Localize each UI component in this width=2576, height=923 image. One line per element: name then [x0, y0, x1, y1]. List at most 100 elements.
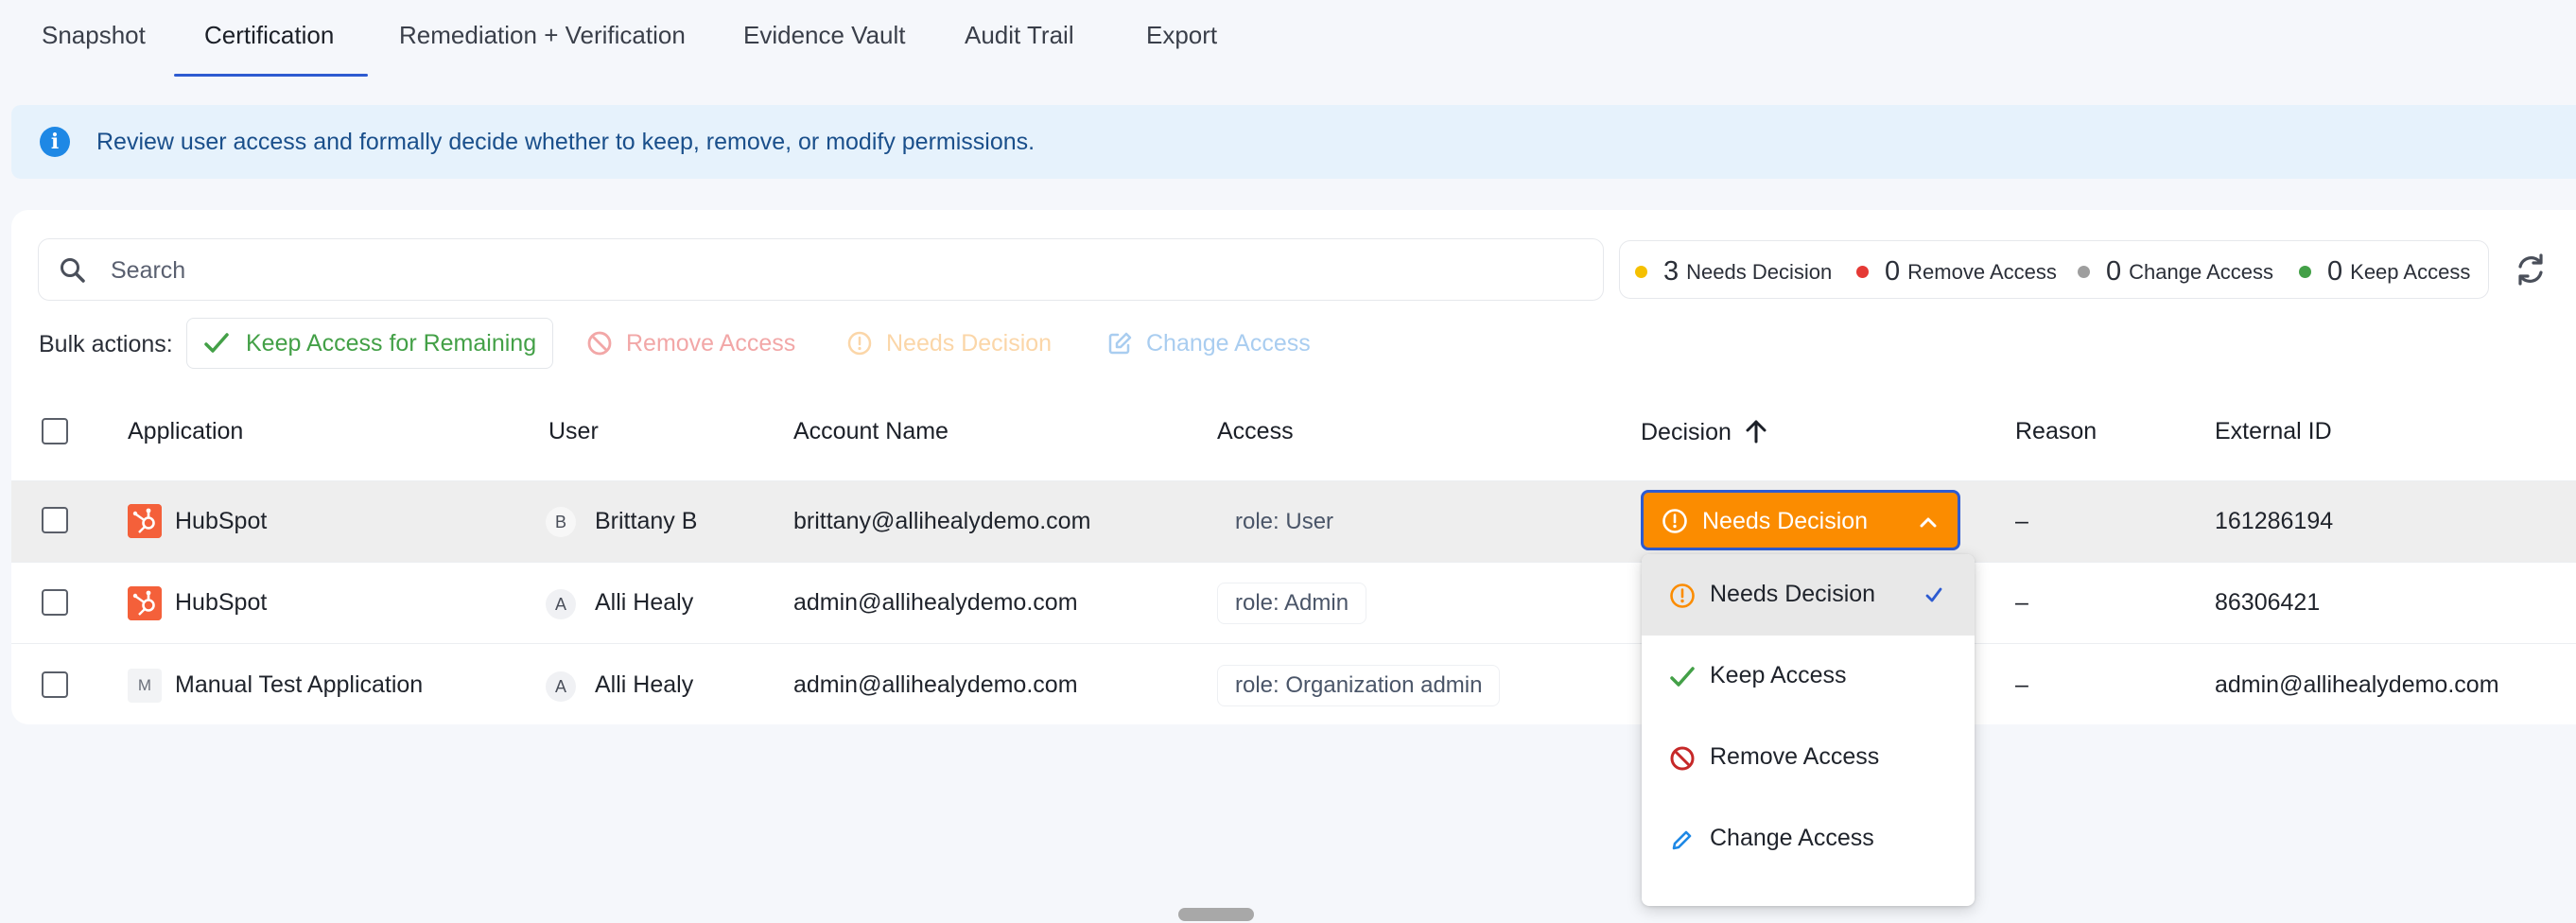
- reason-value: –: [2015, 671, 2028, 698]
- bulk-remove-access-label: Remove Access: [626, 329, 796, 357]
- selected-check-icon: [1925, 587, 1942, 602]
- bulk-actions-label: Bulk actions:: [39, 331, 173, 357]
- decision-select[interactable]: Needs Decision: [1641, 490, 1960, 550]
- warning-circle-icon: [1662, 509, 1687, 533]
- edit-square-icon: [1108, 332, 1132, 355]
- refresh-icon[interactable]: [2512, 251, 2550, 288]
- table-row[interactable]: HubSpot B Brittany B brittany@allihealyd…: [11, 480, 2576, 562]
- header-decision[interactable]: Decision: [1641, 418, 1768, 446]
- account-name: admin@allihealydemo.com: [793, 671, 1078, 698]
- avatar: A: [546, 671, 576, 702]
- user-name: Brittany B: [595, 508, 698, 534]
- table-row[interactable]: M Manual Test Application A Alli Healy a…: [11, 643, 2576, 724]
- tab-bar: Snapshot Certification Remediation + Ver…: [0, 0, 2576, 78]
- access-role-chip: role: Admin: [1217, 583, 1367, 624]
- pencil-icon: [1672, 830, 1692, 850]
- tab-export[interactable]: Export: [1146, 21, 1217, 50]
- count-needs-decision: 3 Needs Decision: [1635, 256, 1832, 287]
- count-label: Remove Access: [1907, 259, 2057, 284]
- count-remove-access: 0 Remove Access: [1856, 256, 2057, 287]
- tab-audit-trail[interactable]: Audit Trail: [965, 21, 1074, 50]
- scroll-handle[interactable]: [1178, 908, 1254, 921]
- header-application[interactable]: Application: [128, 418, 243, 445]
- hubspot-logo-icon: [128, 504, 162, 538]
- avatar: B: [546, 507, 576, 537]
- reason-value: –: [2015, 508, 2028, 534]
- row-checkbox[interactable]: [42, 589, 68, 616]
- decision-dropdown-menu: Needs Decision Keep Access Remove Access…: [1642, 554, 1975, 906]
- select-all-checkbox[interactable]: [42, 418, 68, 444]
- count-number: 0: [2106, 256, 2122, 287]
- search-input[interactable]: [111, 253, 1586, 288]
- bulk-needs-decision-label: Needs Decision: [886, 329, 1053, 357]
- check-icon: [1670, 667, 1695, 687]
- bulk-needs-decision-button[interactable]: Needs Decision: [846, 318, 1052, 369]
- info-icon: i: [40, 127, 70, 157]
- tab-evidence-vault[interactable]: Evidence Vault: [743, 21, 906, 50]
- decision-select-value: Needs Decision: [1702, 508, 1869, 534]
- count-label: Keep Access: [2350, 259, 2471, 284]
- count-label: Change Access: [2129, 259, 2274, 284]
- block-icon: [1670, 746, 1695, 771]
- needs-decision-dot: [1635, 266, 1647, 278]
- table-row[interactable]: HubSpot A Alli Healy admin@allihealydemo…: [11, 562, 2576, 643]
- search-box: [38, 238, 1604, 301]
- row-checkbox[interactable]: [42, 671, 68, 698]
- bulk-remove-access-button[interactable]: Remove Access: [586, 318, 795, 369]
- external-id-value: 86306421: [2215, 589, 2321, 616]
- menu-item-keep-access[interactable]: Keep Access: [1642, 636, 1975, 717]
- count-keep-access: 0 Keep Access: [2299, 256, 2470, 287]
- user-name: Alli Healy: [595, 589, 694, 616]
- header-account-name[interactable]: Account Name: [793, 418, 949, 445]
- tab-snapshot[interactable]: Snapshot: [42, 21, 146, 50]
- external-id-value: 161286194: [2215, 508, 2334, 534]
- count-label: Needs Decision: [1686, 259, 1833, 284]
- keep-access-for-remaining-button[interactable]: Keep Access for Remaining: [186, 318, 553, 369]
- chevron-up-icon: [1920, 517, 1937, 528]
- header-user[interactable]: User: [548, 418, 599, 445]
- block-icon: [587, 331, 612, 356]
- menu-item-label: Needs Decision: [1710, 581, 1876, 607]
- header-reason[interactable]: Reason: [2015, 418, 2097, 445]
- bulk-change-access-button[interactable]: Change Access: [1106, 318, 1311, 369]
- search-icon: [61, 258, 85, 283]
- reason-value: –: [2015, 589, 2028, 616]
- header-external-id[interactable]: External ID: [2215, 418, 2332, 445]
- menu-item-needs-decision[interactable]: Needs Decision: [1642, 554, 1975, 636]
- external-id-value: admin@allihealydemo.com: [2215, 671, 2499, 698]
- tab-remediation-verification[interactable]: Remediation + Verification: [399, 21, 686, 50]
- bulk-change-access-label: Change Access: [1146, 329, 1311, 357]
- account-name: admin@allihealydemo.com: [793, 589, 1078, 616]
- warning-circle-icon: [1670, 583, 1695, 608]
- row-checkbox[interactable]: [42, 507, 68, 533]
- info-banner: i Review user access and formally decide…: [11, 105, 2576, 179]
- remove-access-dot: [1856, 266, 1869, 278]
- keep-access-dot: [2299, 266, 2311, 278]
- header-decision-label: Decision: [1641, 419, 1732, 445]
- menu-item-label: Change Access: [1710, 825, 1874, 851]
- count-number: 0: [1885, 256, 1901, 287]
- application-name: HubSpot: [175, 508, 268, 534]
- menu-item-change-access[interactable]: Change Access: [1642, 798, 1975, 879]
- avatar: A: [546, 589, 576, 619]
- count-number: 3: [1663, 256, 1680, 287]
- check-icon: [204, 333, 229, 353]
- application-name: HubSpot: [175, 589, 268, 616]
- change-access-dot: [2078, 266, 2090, 278]
- info-banner-text: Review user access and formally decide w…: [96, 129, 1036, 155]
- user-name: Alli Healy: [595, 671, 694, 698]
- access-role-chip: role: User: [1217, 501, 1352, 543]
- access-role-chip: role: Organization admin: [1217, 665, 1501, 706]
- hubspot-logo-icon: [128, 586, 162, 620]
- header-access[interactable]: Access: [1217, 418, 1294, 445]
- count-number: 0: [2327, 256, 2343, 287]
- warning-circle-icon: [847, 331, 872, 356]
- tab-certification[interactable]: Certification: [204, 21, 334, 50]
- sort-ascending-icon[interactable]: [1744, 418, 1768, 444]
- manual-app-logo-icon: M: [128, 669, 162, 703]
- keep-access-for-remaining-label: Keep Access for Remaining: [246, 329, 537, 357]
- menu-item-remove-access[interactable]: Remove Access: [1642, 717, 1975, 798]
- active-tab-indicator: [174, 74, 368, 77]
- status-counts: 3 Needs Decision 0 Remove Access 0 Chang…: [1619, 240, 2489, 299]
- account-name: brittany@allihealydemo.com: [793, 508, 1091, 534]
